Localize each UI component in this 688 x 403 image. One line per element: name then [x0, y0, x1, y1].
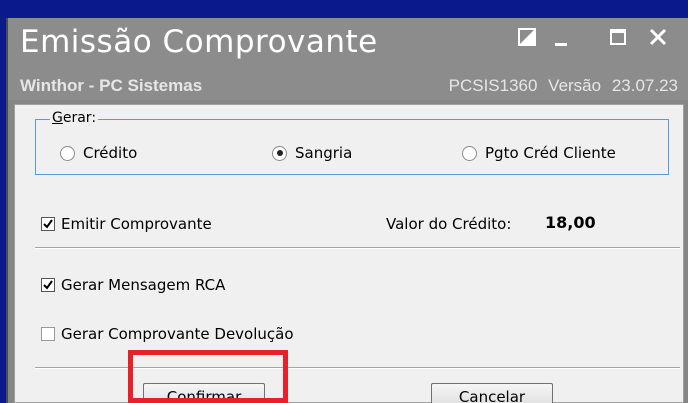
confirmar-rest: onfirmar	[177, 388, 242, 403]
maximize-button[interactable]	[604, 24, 632, 50]
cancelar-pre: C	[458, 388, 470, 403]
emitir-checkbox-box[interactable]	[41, 217, 55, 231]
emitir-comprovante-label: Emitir Comprovante	[61, 215, 212, 233]
gerar-comprovante-devolucao-label: Gerar Comprovante Devolução	[61, 325, 294, 343]
company-label: Winthor - PC Sistemas	[20, 76, 203, 95]
emitir-comprovante-checkbox[interactable]: Emitir Comprovante	[41, 215, 212, 233]
radio-credito[interactable]: Crédito	[60, 144, 137, 162]
screen-background: Emissão Comprovante Winthor - PC Sistema…	[0, 0, 688, 403]
restore-button[interactable]	[513, 24, 541, 50]
close-icon	[649, 28, 667, 46]
maximize-icon	[610, 29, 626, 45]
confirmar-accel: C	[166, 388, 178, 403]
routine-version-label: PCSIS1360 Versão 23.07.23	[448, 76, 678, 95]
cancelar-accel: a	[469, 388, 479, 403]
radio-pgto-cred-cliente[interactable]: Pgto Créd Cliente	[462, 144, 616, 162]
restore-icon	[518, 28, 536, 46]
minimize-button[interactable]	[548, 24, 576, 50]
devolucao-checkbox-box[interactable]	[41, 327, 55, 341]
mensagem-checkbox-box[interactable]	[41, 278, 55, 292]
window-title: Emissão Comprovante	[20, 24, 378, 60]
gerar-mensagem-rca-label: Gerar Mensagem RCA	[61, 276, 226, 294]
gerar-legend: Gerar:	[50, 110, 99, 126]
gerar-mensagem-rca-checkbox[interactable]: Gerar Mensagem RCA	[41, 276, 225, 294]
checkmark-icon	[43, 280, 53, 290]
close-button[interactable]	[644, 24, 672, 50]
radio-pgto-circle[interactable]	[462, 145, 477, 161]
cancelar-rest: ncelar	[478, 388, 526, 403]
confirmar-button[interactable]: Confirmar	[143, 383, 265, 403]
separator	[35, 367, 680, 369]
dialog-window: Emissão Comprovante Winthor - PC Sistema…	[6, 18, 688, 403]
checkmark-icon	[43, 219, 53, 229]
radio-credito-label: Crédito	[83, 144, 138, 162]
radio-sangria-label: Sangria	[295, 144, 353, 162]
minimize-icon	[555, 43, 567, 46]
gerar-legend-rest: erar:	[62, 110, 97, 126]
gerar-groupbox: Gerar: Crédito Sangria Pgto Créd Cliente	[35, 110, 669, 175]
separator	[35, 247, 680, 249]
radio-credito-circle[interactable]	[60, 145, 75, 161]
cancelar-button[interactable]: Ca ncelar	[431, 383, 553, 403]
radio-pgto-label: Pgto Créd Cliente	[485, 144, 616, 162]
gerar-comprovante-devolucao-checkbox[interactable]: Gerar Comprovante Devolução	[41, 325, 294, 343]
radio-sangria[interactable]: Sangria	[272, 144, 352, 162]
valor-credito-label: Valor do Crédito:	[386, 215, 512, 233]
radio-selected-dot	[276, 150, 283, 156]
valor-credito-value: 18,00	[545, 213, 596, 232]
radio-sangria-circle[interactable]	[272, 145, 287, 161]
dialog-body: Gerar: Crédito Sangria Pgto Créd Cliente	[14, 104, 684, 403]
gerar-legend-accel: G	[52, 110, 63, 126]
title-bar[interactable]: Emissão Comprovante Winthor - PC Sistema…	[8, 18, 688, 100]
